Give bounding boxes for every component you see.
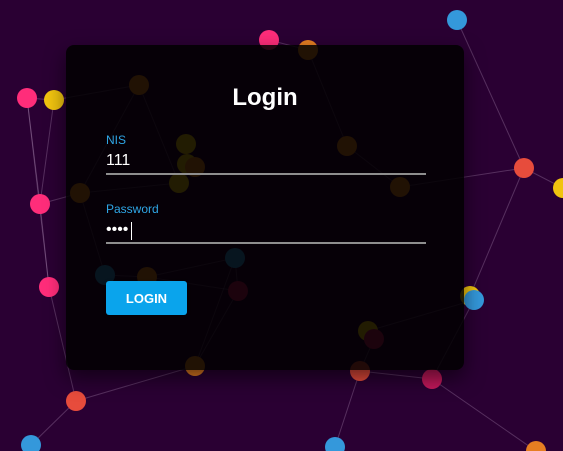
- network-link: [456, 19, 525, 169]
- network-node: [514, 158, 534, 178]
- network-node: [447, 10, 467, 30]
- network-node: [39, 277, 59, 297]
- login-button[interactable]: LOGIN: [106, 281, 187, 315]
- network-node: [553, 178, 563, 198]
- login-card: Login NIS Password LOGIN: [66, 45, 464, 370]
- password-input[interactable]: [106, 218, 426, 244]
- network-link: [359, 370, 433, 380]
- network-node: [526, 441, 546, 451]
- password-label: Password: [106, 202, 159, 216]
- network-link: [39, 203, 50, 288]
- text-cursor: [131, 222, 132, 240]
- network-node: [464, 290, 484, 310]
- nis-input[interactable]: [106, 149, 426, 175]
- network-node: [325, 437, 345, 451]
- network-node: [44, 90, 64, 110]
- network-link: [334, 370, 361, 448]
- network-link: [469, 167, 525, 297]
- network-node: [21, 435, 41, 451]
- network-node: [17, 88, 37, 108]
- page-background: Login NIS Password LOGIN: [0, 0, 563, 451]
- network-node: [422, 369, 442, 389]
- network-node: [66, 391, 86, 411]
- network-link: [75, 365, 196, 402]
- network-node: [30, 194, 50, 214]
- network-link: [39, 99, 55, 205]
- network-link: [431, 378, 537, 451]
- login-title: Login: [232, 84, 298, 111]
- nis-label: NIS: [106, 133, 127, 147]
